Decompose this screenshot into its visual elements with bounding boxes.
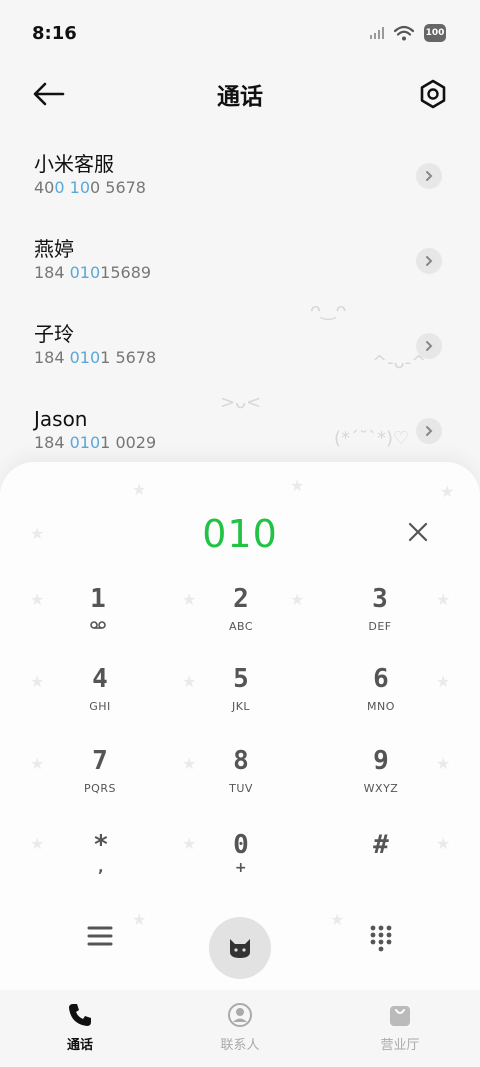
- app-header: 通话: [0, 70, 480, 118]
- status-icons: 100: [370, 24, 446, 42]
- dial-key-7[interactable]: 7 PQRS: [45, 746, 155, 810]
- dialpad-grid-icon[interactable]: [367, 924, 395, 952]
- star-pattern-icon: ★: [30, 672, 45, 691]
- tab-calls[interactable]: 通话: [0, 990, 160, 1067]
- chevron-right-icon[interactable]: [416, 333, 442, 359]
- wifi-icon: [394, 25, 414, 41]
- dial-key-9[interactable]: 9 WXYZ: [326, 746, 436, 810]
- star-pattern-icon: ★: [440, 482, 455, 501]
- phone-number: 184 0101 0029: [34, 433, 157, 452]
- star-pattern-icon: ★: [436, 834, 451, 853]
- signal-icon: [370, 27, 384, 39]
- phone-number: 184 01015689: [34, 263, 152, 282]
- bottom-navigation: 通话 联系人 营业厅: [0, 990, 480, 1067]
- star-pattern-icon: ★: [132, 910, 147, 929]
- call-list-item[interactable]: 子玲 184 0101 5678: [0, 310, 480, 395]
- star-pattern-icon: ★: [132, 480, 147, 499]
- star-pattern-icon: ★: [290, 476, 305, 495]
- status-bar: 8:16 100: [0, 0, 480, 66]
- clear-input-icon[interactable]: [406, 520, 430, 544]
- tab-label: 联系人: [220, 1038, 260, 1053]
- call-button[interactable]: [209, 917, 271, 979]
- contact-icon: [228, 1003, 252, 1027]
- page-title: 通话: [217, 84, 263, 110]
- dial-key-0[interactable]: 0 +: [186, 830, 296, 894]
- contact-name: 子玲: [34, 322, 74, 346]
- cat-avatar-icon: [230, 939, 250, 958]
- star-pattern-icon: ★: [436, 672, 451, 691]
- chevron-right-icon[interactable]: [416, 248, 442, 274]
- voicemail-icon: [90, 621, 106, 629]
- star-pattern-icon: ★: [30, 834, 45, 853]
- dial-key-2[interactable]: 2 ABC: [186, 584, 296, 648]
- tab-store[interactable]: 营业厅: [320, 990, 480, 1067]
- menu-icon[interactable]: [86, 924, 114, 948]
- dial-key-hash[interactable]: #: [326, 830, 436, 894]
- phone-icon: [69, 1004, 91, 1026]
- chevron-right-icon[interactable]: [416, 418, 442, 444]
- phone-number: 184 0101 5678: [34, 348, 157, 367]
- back-arrow-icon[interactable]: [32, 78, 66, 110]
- tab-label: 营业厅: [380, 1038, 420, 1053]
- dialpad-panel: ★ ★ ★ ★ ★ ★ ★ ★ ★ ★ ★ ★ ★ ★ ★ ★ ★ ★ ★ 01…: [0, 462, 480, 990]
- dial-key-star[interactable]: * ,: [46, 830, 156, 894]
- store-bag-icon: [390, 1006, 410, 1026]
- tab-contacts[interactable]: 联系人: [160, 990, 320, 1067]
- dial-key-5[interactable]: 5 JKL: [186, 664, 296, 728]
- contact-name: 小米客服: [34, 152, 114, 176]
- contact-name: 燕婷: [34, 237, 74, 261]
- contact-name: Jason: [34, 407, 88, 431]
- star-pattern-icon: ★: [436, 590, 451, 609]
- battery-indicator: 100: [424, 24, 446, 42]
- dial-key-1[interactable]: 1: [43, 584, 153, 648]
- star-pattern-icon: ★: [330, 910, 345, 929]
- call-list-item[interactable]: 小米客服 400 100 5678: [0, 140, 480, 225]
- dial-key-6[interactable]: 6 MNO: [326, 664, 436, 728]
- chevron-right-icon[interactable]: [416, 163, 442, 189]
- tab-label: 通话: [66, 1038, 93, 1053]
- call-list-item[interactable]: 燕婷 184 01015689: [0, 225, 480, 310]
- star-pattern-icon: ★: [436, 754, 451, 773]
- dial-key-4[interactable]: 4 GHI: [45, 664, 155, 728]
- settings-hexagon-icon[interactable]: [418, 78, 448, 110]
- status-time: 8:16: [32, 22, 77, 44]
- dial-key-3[interactable]: 3 DEF: [325, 584, 435, 648]
- star-pattern-icon: ★: [30, 754, 45, 773]
- phone-number: 400 100 5678: [34, 178, 146, 197]
- dial-key-8[interactable]: 8 TUV: [186, 746, 296, 810]
- call-history-list: 小米客服 400 100 5678 燕婷 184 01015689 子玲 184…: [0, 140, 480, 480]
